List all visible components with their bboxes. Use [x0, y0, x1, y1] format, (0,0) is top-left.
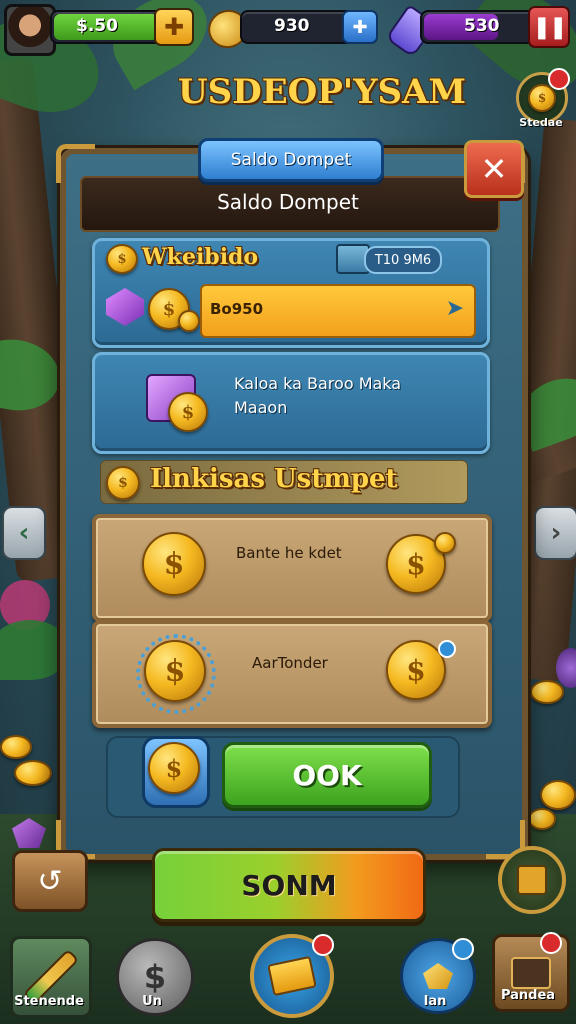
- ground-coin-icon: [540, 780, 576, 810]
- box-icon: [517, 865, 547, 895]
- add-keys-button[interactable]: ✚: [342, 10, 378, 44]
- plus-icon: ✚: [163, 13, 185, 41]
- arrow-right-icon: ➤: [445, 296, 464, 321]
- gem-icon: [423, 963, 453, 989]
- coin-icon: $: [148, 742, 200, 794]
- ground-coin-icon: [14, 760, 52, 786]
- plus-icon: ✚: [352, 16, 368, 38]
- nav-label-sword: Stenende: [14, 994, 84, 1009]
- coin-icon: $: [106, 466, 140, 500]
- coin-icon: $: [528, 84, 556, 112]
- main-action-label: SONM: [241, 868, 337, 902]
- inventory-round-button[interactable]: [498, 846, 566, 914]
- ground-coin-icon: [530, 680, 564, 704]
- nav-label-wallet: Pandea: [500, 988, 556, 1003]
- chevron-left-icon: ‹: [18, 518, 30, 548]
- tab-label: Saldo Dompet: [230, 150, 352, 170]
- wallet-icon: [511, 957, 551, 989]
- coins-value: $.50: [76, 16, 118, 36]
- balance-bar: Bo950 ➤: [200, 284, 476, 338]
- option-label: AarTonder: [252, 654, 328, 672]
- close-icon: ✕: [480, 150, 508, 188]
- coin-icon: $: [144, 640, 206, 702]
- main-action-button[interactable]: SONM: [152, 848, 426, 922]
- ground-coin-icon: [528, 808, 556, 830]
- wallet-card-title: Wkeibido: [142, 244, 259, 270]
- coin-icon: [178, 310, 200, 332]
- next-arrow-button[interactable]: ›: [534, 506, 576, 560]
- notification-badge: [540, 932, 562, 954]
- notification-badge: [312, 934, 334, 956]
- player-avatar[interactable]: [4, 4, 56, 56]
- wallet-badge-value: T10 9M6: [374, 252, 432, 268]
- add-coins-button[interactable]: ✚: [154, 8, 194, 46]
- coin-icon: $: [168, 392, 208, 432]
- info-line-2: Maaon: [234, 398, 288, 417]
- keys-value: 930: [274, 16, 310, 36]
- panel-header-title: Saldo Dompet: [217, 190, 359, 214]
- game-title: USDEOP'YSAM: [178, 72, 467, 112]
- option-label: Bante he kdet: [236, 544, 342, 562]
- close-button[interactable]: ✕: [464, 140, 524, 198]
- nav-label-gem: Ian: [423, 994, 447, 1009]
- tab-saldo-dompet[interactable]: Saldo Dompet: [198, 138, 384, 182]
- settings-label: Stedae: [519, 116, 563, 129]
- info-badge-icon: [438, 640, 456, 658]
- section-title: Ilnkisas Ustmpet: [150, 464, 398, 494]
- energy-bar: 530: [420, 10, 536, 44]
- info-line-1: Kaloa ka Baroo Maka: [234, 374, 402, 393]
- ok-button[interactable]: OOK: [222, 742, 432, 808]
- wallet-badge: T10 9M6: [364, 246, 442, 274]
- notification-badge: [548, 68, 570, 90]
- coin-icon: $: [142, 532, 206, 596]
- pause-icon: ❚❚: [532, 14, 568, 40]
- ok-label: OOK: [292, 758, 362, 792]
- undo-icon: ↺: [37, 863, 63, 899]
- ground-coin-icon: [0, 735, 32, 759]
- back-button[interactable]: ↺: [12, 850, 88, 912]
- coin-icon: $: [143, 958, 167, 996]
- notification-badge: [452, 938, 474, 960]
- pause-button[interactable]: ❚❚: [528, 6, 570, 48]
- small-coin-icon: [434, 532, 456, 554]
- coin-stack-icon: $: [106, 244, 138, 274]
- gem-decoration-icon: [556, 648, 576, 688]
- cash-icon: [267, 955, 317, 997]
- nav-label-coin: Un: [142, 994, 162, 1009]
- balance-value: Bo950: [210, 300, 264, 318]
- chevron-right-icon: ›: [550, 518, 562, 548]
- coin-icon[interactable]: $: [386, 640, 446, 700]
- energy-value: 530: [464, 16, 500, 36]
- previous-arrow-button[interactable]: ‹: [2, 506, 46, 560]
